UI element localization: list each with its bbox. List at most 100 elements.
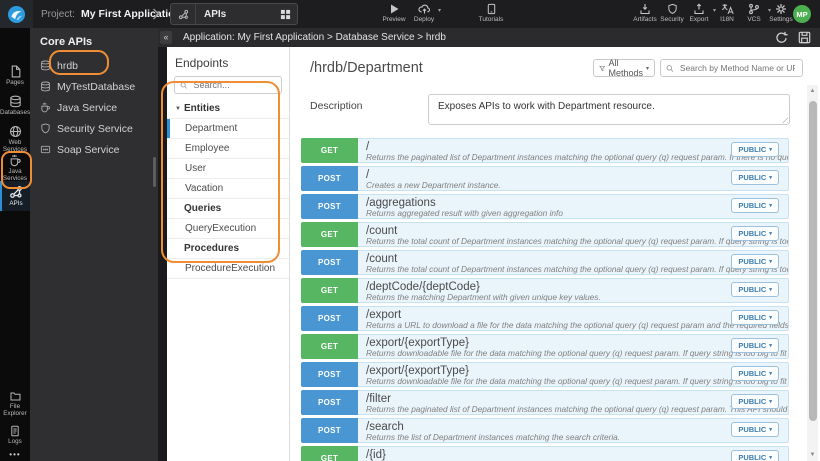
description-value: Exposes APIs to work with Department res…	[438, 101, 655, 112]
access-level-button[interactable]: PUBLIC ▾	[731, 198, 779, 213]
endpoint-text: /export Returns a URL to download a file…	[358, 307, 788, 330]
method-search-input[interactable]	[677, 62, 797, 74]
api-endpoint-row[interactable]: GET / Returns the paginated list of Depa…	[301, 138, 789, 163]
chevron-right-icon	[152, 8, 160, 20]
endpoint-tree-row[interactable]: Procedures	[167, 239, 289, 259]
endpoint-tree-row[interactable]: QueryExecution	[167, 219, 289, 239]
database-icon	[9, 95, 21, 108]
endpoint-tree-row[interactable]: ▼ Entities	[167, 99, 289, 119]
endpoint-tree-row[interactable]: Employee	[167, 139, 289, 159]
api-endpoint-row[interactable]: GET /{id} Returns the Department instanc…	[301, 446, 789, 461]
access-level-button[interactable]: PUBLIC ▾	[731, 422, 779, 437]
endpoint-tree-row[interactable]: ProcedureExecution	[167, 259, 289, 279]
more-options-button[interactable]: •••	[0, 450, 30, 459]
resource-selector[interactable]: APIs	[170, 3, 298, 25]
sidebar-item-apis[interactable]: APIs	[0, 181, 30, 212]
coffee-icon	[10, 154, 21, 167]
access-level-button[interactable]: PUBLIC ▾	[731, 282, 779, 297]
preview-label: Preview	[382, 16, 406, 23]
grid-icon[interactable]	[280, 9, 291, 20]
core-api-item[interactable]: Security Service	[30, 118, 158, 139]
chevron-down-icon: ▾	[769, 398, 772, 405]
core-panel-scrollbar-thumb[interactable]	[153, 157, 156, 187]
collapse-panel-button[interactable]: «	[160, 31, 172, 44]
api-endpoint-row[interactable]: POST /export Returns a URL to download a…	[301, 306, 789, 331]
methods-filter-dropdown[interactable]: All Methods ▾	[593, 58, 655, 78]
access-level-button[interactable]: PUBLIC ▾	[731, 254, 779, 269]
access-level-button[interactable]: PUBLIC ▾	[731, 338, 779, 353]
sidebar-item-file-explorer[interactable]: File Explorer	[0, 390, 30, 417]
http-method-badge: GET	[301, 446, 358, 461]
endpoints-search-input[interactable]	[191, 79, 276, 91]
core-api-item[interactable]: Java Service	[30, 97, 158, 118]
deploy-label: Deploy	[413, 16, 435, 23]
api-endpoint-row[interactable]: POST /aggregations Returns aggregated re…	[301, 194, 789, 219]
api-endpoint-row[interactable]: GET /deptCode/{deptCode} Returns the mat…	[301, 278, 789, 303]
api-endpoint-row[interactable]: POST /count Returns the total count of D…	[301, 250, 789, 275]
endpoint-tree-row[interactable]: User	[167, 159, 289, 179]
sidebar-item-pages[interactable]: Pages	[0, 65, 30, 86]
api-endpoint-row[interactable]: GET /export/{exportType} Returns downloa…	[301, 334, 789, 359]
app-logo[interactable]	[0, 0, 33, 28]
endpoint-text: /count Returns the total count of Depart…	[358, 223, 788, 246]
sidebar-item-web-services[interactable]: Web Services	[0, 125, 30, 153]
access-level-button[interactable]: PUBLIC ▾	[731, 394, 779, 409]
endpoint-text: /deptCode/{deptCode} Returns the matchin…	[358, 279, 788, 302]
sidebar-item-databases[interactable]: Databases	[0, 95, 30, 116]
deploy-button[interactable]: Deploy ▾	[404, 3, 444, 24]
access-level-label: PUBLIC	[738, 313, 767, 322]
sidebar-item-java-services[interactable]: Java Services	[0, 154, 30, 182]
access-level-button[interactable]: PUBLIC ▾	[731, 142, 779, 157]
api-endpoint-row[interactable]: POST /filter Returns the paginated list …	[301, 390, 789, 415]
core-api-item[interactable]: Soap Service	[30, 139, 158, 160]
vcs-label: VCS	[747, 16, 761, 23]
access-level-button[interactable]: PUBLIC ▾	[731, 366, 779, 381]
access-level-button[interactable]: PUBLIC ▾	[731, 450, 779, 461]
endpoint-tree-label: ProcedureExecution	[185, 263, 276, 274]
chevron-down-icon: ▾	[437, 8, 441, 14]
save-button[interactable]	[798, 31, 811, 44]
panel-divider-strip	[158, 47, 167, 461]
tutorials-button[interactable]: Tutorials	[471, 3, 511, 24]
endpoint-tree-row[interactable]: Vacation	[167, 179, 289, 199]
tree-expand-arrow-icon[interactable]: ▼	[175, 106, 184, 112]
endpoint-tree-row[interactable]: Queries	[167, 199, 289, 219]
api-endpoint-row[interactable]: POST / Creates a new Department instance…	[301, 166, 789, 191]
access-level-button[interactable]: PUBLIC ▾	[731, 170, 779, 185]
core-api-item[interactable]: MyTestDatabase	[30, 76, 158, 97]
wavemaker-logo-icon	[7, 5, 26, 23]
scrollbar-thumb[interactable]	[808, 101, 817, 421]
user-avatar[interactable]: MP	[793, 5, 811, 23]
core-apis-list: hrdb MyTestDatabase Java Service Securit…	[30, 55, 158, 160]
scroll-down-arrow[interactable]: ▼	[807, 452, 818, 458]
shield-icon	[41, 123, 50, 134]
soap-icon	[40, 145, 51, 154]
scroll-up-arrow[interactable]: ▲	[807, 88, 818, 94]
core-api-item[interactable]: hrdb	[30, 55, 158, 76]
endpoint-text: /aggregations Returns aggregated result …	[358, 195, 788, 218]
http-method-badge: GET	[301, 334, 358, 359]
endpoint-tree-row[interactable]: Department	[167, 119, 289, 139]
tutorials-label: Tutorials	[478, 16, 504, 23]
coffee-icon	[41, 102, 50, 113]
access-level-label: PUBLIC	[738, 173, 767, 182]
access-level-button[interactable]: PUBLIC ▾	[731, 310, 779, 325]
refresh-button[interactable]	[775, 31, 788, 44]
api-endpoint-row[interactable]: POST /search Returns the list of Departm…	[301, 418, 789, 443]
description-label: Description	[310, 100, 363, 112]
endpoint-text: / Creates a new Department instance.	[358, 167, 788, 190]
endpoints-search-box[interactable]	[174, 76, 282, 94]
endpoint-text: /export/{exportType} Returns downloadabl…	[358, 363, 788, 386]
api-endpoint-row[interactable]: GET /count Returns the total count of De…	[301, 222, 789, 247]
http-method-badge: GET	[301, 278, 358, 303]
endpoint-description: Creates a new Department instance.	[366, 180, 501, 190]
sidebar-item-logs[interactable]: Logs	[0, 425, 30, 445]
access-level-button[interactable]: PUBLIC ▾	[731, 226, 779, 241]
i18n-label: I18N	[720, 16, 734, 23]
main-content: /hrdb/Department All Methods ▾ Descripti…	[290, 47, 820, 461]
resize-handle[interactable]	[780, 115, 788, 123]
api-endpoint-row[interactable]: POST /export/{exportType} Returns downlo…	[301, 362, 789, 387]
description-textarea[interactable]: Exposes APIs to work with Department res…	[428, 94, 790, 125]
method-search-box[interactable]	[660, 59, 803, 77]
main-scrollbar[interactable]: ▲ ▼	[807, 85, 818, 461]
